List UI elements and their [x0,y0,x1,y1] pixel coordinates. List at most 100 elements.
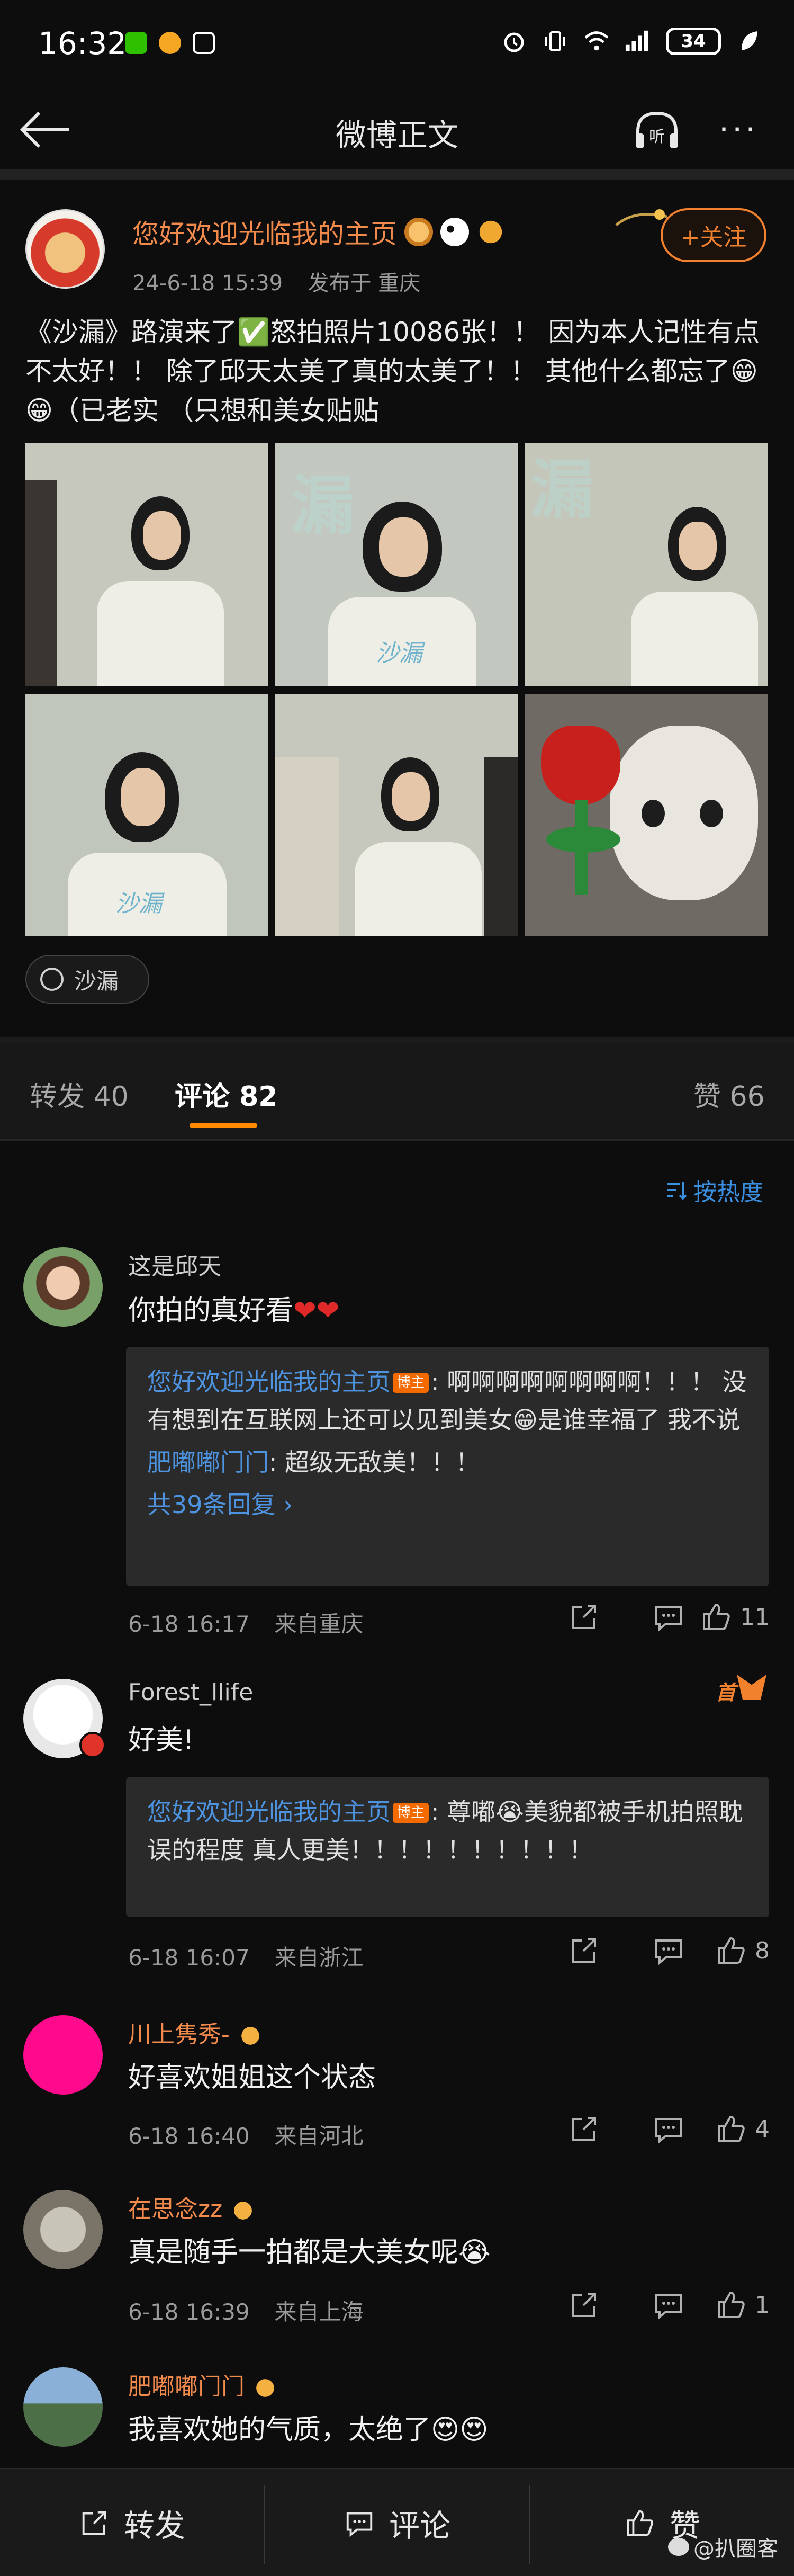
comment-icon [346,2512,373,2537]
photo-figure-face [143,511,181,560]
tab-comment[interactable]: 评论 82 [175,1074,277,1114]
repost-button[interactable]: 转发 [0,2469,264,2576]
share-icon [572,1605,596,1629]
sub-reply-author[interactable]: 肥嘟嘟门门 [147,1448,269,1477]
comment-icon [655,1606,682,1632]
reply-comment-button[interactable] [600,2288,685,2321]
comment-label: 评论 [389,2508,450,2544]
listen-button[interactable]: 听 [633,107,681,156]
share-comment-button[interactable] [516,1600,600,1633]
commenter-name[interactable]: 这是邱天 [128,1247,221,1281]
reply-line-2: 肥嘟嘟门门: 超级无敌美！！！ [147,1448,480,1477]
comment-text-body: 你拍的真好看 [128,1295,294,1327]
like-comment-button[interactable]: 11 [685,1600,770,1633]
post-photo-2[interactable]: 漏 沙漏 [275,443,518,686]
post-photo-6[interactable] [525,694,768,936]
comment-actions: 1 [516,2288,770,2321]
panda-badge-icon [440,218,469,246]
like-count: 1 [755,2291,770,2319]
author-avatar[interactable] [25,209,105,289]
commenter-avatar[interactable] [23,2015,103,2095]
topic-tag[interactable]: 沙漏 [25,955,149,1004]
reply-preview[interactable]: 您好欢迎光临我的主页 博主: 啊啊啊啊啊啊啊啊！！！ 没有想到在互联网上还可以见到… [126,1347,769,1586]
tab-like[interactable]: 赞 66 [693,1074,765,1114]
nav-divider [0,169,794,180]
comment-location: 来自重庆 [274,1611,364,1637]
comment-text: 你拍的真好看❤❤ [128,1288,339,1328]
commenter-name[interactable]: 川上隽秀- [128,2015,264,2049]
thumb-up-icon [718,2115,745,2142]
tab-active-indicator [190,1123,257,1128]
post-photo-5[interactable] [275,694,518,936]
vibrate-icon [542,28,569,55]
like-count: 8 [755,1937,770,1964]
comment-button[interactable]: 评论 [265,2469,529,2576]
tab-repost[interactable]: 转发 40 [30,1074,129,1114]
like-comment-button[interactable]: 1 [685,2288,770,2321]
tab-bar: 转发 40 评论 82 赞 66 [0,1043,794,1139]
share-comment-button[interactable] [516,2113,600,2145]
sort-by-hot-button[interactable]: 按热度 [665,1173,763,1207]
reply-comment-button[interactable] [600,1934,685,1967]
share-icon [572,1938,596,1963]
post-photo-1[interactable] [25,443,268,686]
weibo-logo-icon [668,2538,689,2556]
crown-badge-icon [230,2199,257,2222]
first-comment-badge: 首 [716,1681,736,1704]
headphones-icon: 听 [636,111,678,148]
thumb-up-icon [718,1937,745,1964]
wechat-icon [125,32,147,54]
comment-text: 真是随手一拍都是大美女呢😭 [128,2237,491,2268]
blogger-badge: 博主 [393,1803,429,1823]
comment-actions: 8 [516,1934,770,1967]
commenter-name-text: 在思念zz [128,2196,223,2223]
reply-comment-button[interactable] [600,2113,685,2145]
crown-badge-icon [252,2376,278,2400]
thumb-up-icon [703,1603,730,1630]
reply-preview[interactable]: 您好欢迎光临我的主页 博主: 尊嘟😭美貌都被手机拍照耽误的程度 真人更美！！！！！… [126,1777,769,1917]
more-replies-link[interactable]: 共39条回复 › [147,1486,748,1524]
reply-author[interactable]: 您好欢迎光临我的主页 [147,1797,391,1826]
photo-figure-shirt [355,842,482,936]
like-comment-button[interactable]: 8 [685,1934,770,1967]
comment-icon [655,1939,682,1965]
like-count: 4 [755,2115,770,2143]
commenter-avatar[interactable] [23,1247,103,1327]
post-date: 24-6-18 15:39 [132,271,283,296]
thumb-up-icon [718,2291,745,2318]
reply-comment-button[interactable] [600,1600,685,1633]
share-comment-button[interactable] [516,1934,600,1967]
signal-icon [625,28,651,55]
author-name[interactable]: 您好欢迎光临我的主页 [132,213,397,251]
commenter-name[interactable]: 在思念zz [128,2190,257,2224]
follow-button[interactable]: +关注 [661,208,766,262]
comment-time: 6-18 16:17 [128,1611,250,1637]
comment-meta: 6-18 16:17 来自重庆 [128,1606,363,1639]
share-icon [82,2511,106,2535]
like-count: 11 [740,1603,770,1631]
like-comment-button[interactable]: 4 [685,2113,770,2145]
comment-time: 6-18 16:39 [128,2299,250,2325]
commenter-avatar[interactable] [23,2367,103,2447]
post-photo-4[interactable]: 沙漏 [25,694,268,936]
status-icons: 34 [501,28,762,55]
bystander [25,480,57,686]
alarm-icon [501,28,527,55]
bystander [275,757,339,936]
eco-leaf-icon [736,28,762,55]
commenter-name[interactable]: Forest_llife [128,1679,253,1706]
film-reel-icon [40,968,64,991]
post-photo-3[interactable]: 漏 [525,443,768,686]
fish-badge-icon [476,218,505,246]
fox-badge-icon [737,1675,766,1700]
verified-badge-icon [79,1732,106,1758]
photo-figure-shirt [97,581,224,686]
commenter-name[interactable]: 肥嘟嘟门门 [128,2367,278,2401]
rose-flower [541,726,620,805]
thumb-up-icon [627,2510,653,2536]
commenter-avatar[interactable] [23,2190,103,2269]
more-menu-icon[interactable]: ··· [719,114,759,146]
reply-author[interactable]: 您好欢迎光临我的主页 [147,1367,391,1396]
comment-time: 6-18 16:07 [128,1945,250,1971]
share-comment-button[interactable] [516,2288,600,2321]
